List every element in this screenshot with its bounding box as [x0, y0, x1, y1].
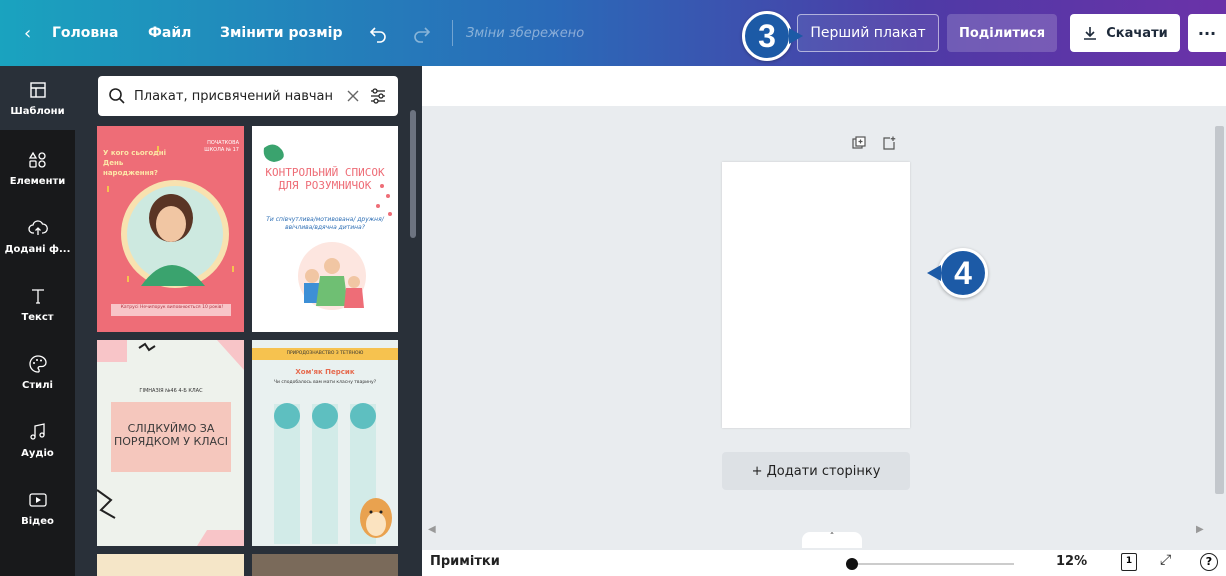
- clear-icon[interactable]: [346, 89, 360, 103]
- left-rail: Шаблони Елементи Додані ф... Текст Стилі…: [0, 66, 75, 576]
- help-icon[interactable]: ?: [1200, 553, 1218, 571]
- zoom-value[interactable]: 12%: [1056, 554, 1087, 569]
- rail-item-video[interactable]: Відео: [0, 476, 75, 540]
- rail-label: Стилі: [22, 379, 53, 391]
- template-title: Хом'як Персик: [295, 368, 355, 376]
- template-partial-2[interactable]: [252, 554, 398, 576]
- rail-label: Додані ф...: [4, 243, 71, 255]
- search-input[interactable]: Плакат, присвячений навчан: [134, 89, 338, 104]
- template-subtitle: Ти співчутлива/мотивована/ дружня/ввічли…: [266, 216, 384, 231]
- rail-label: Елементи: [9, 175, 66, 187]
- scroll-left-icon[interactable]: ◀: [428, 524, 436, 535]
- callout-4: 4: [927, 248, 988, 298]
- resize-button[interactable]: Змінити розмір: [220, 0, 343, 66]
- template-classroom[interactable]: ГІМНАЗІЯ №46 4-Б КЛАС СЛІДКУЙМО ЗА ПОРЯД…: [97, 340, 244, 546]
- palette-icon: [28, 354, 47, 373]
- template-question: Чи сподобалось вам мати класну тварину?: [273, 380, 377, 385]
- page-tools: [852, 136, 896, 150]
- show-pages-chevron-icon[interactable]: ˆ: [802, 532, 862, 548]
- rail-item-uploads[interactable]: Додані ф...: [0, 204, 75, 268]
- rail-item-templates[interactable]: Шаблони: [0, 66, 75, 130]
- more-options-button[interactable]: ···: [1188, 14, 1226, 52]
- scroll-right-icon[interactable]: ▶: [1196, 524, 1204, 535]
- canvas-toolbar: [422, 66, 1226, 106]
- template-partial-1[interactable]: [97, 554, 244, 576]
- fullscreen-icon[interactable]: ⤢: [1160, 552, 1171, 568]
- search-icon: [109, 88, 125, 104]
- undo-icon[interactable]: [368, 0, 388, 66]
- vertical-scrollbar[interactable]: [1213, 116, 1226, 528]
- duplicate-page-icon[interactable]: [852, 136, 866, 150]
- zoom-slider[interactable]: [852, 563, 1014, 565]
- design-title-button[interactable]: Перший плакат: [797, 14, 939, 52]
- top-bar: ‹ Головна Файл Змінити розмір Зміни збер…: [0, 0, 1226, 66]
- add-page-icon[interactable]: [882, 136, 896, 150]
- scroll-thumb[interactable]: [1215, 126, 1224, 494]
- file-menu[interactable]: Файл: [148, 0, 191, 66]
- download-label: Скачати: [1106, 25, 1168, 41]
- rail-item-audio[interactable]: Аудіо: [0, 408, 75, 472]
- filter-icon[interactable]: [368, 86, 388, 106]
- rail-item-elements[interactable]: Елементи: [0, 136, 75, 200]
- rail-label: Аудіо: [21, 447, 54, 459]
- text-icon: [31, 288, 44, 304]
- template-school: ГІМНАЗІЯ №46 4-Б КЛАС: [139, 388, 203, 394]
- upload-icon: [27, 219, 48, 235]
- design-page[interactable]: [722, 162, 910, 428]
- toolbar-divider: [452, 20, 453, 46]
- home-link[interactable]: Головна: [52, 0, 118, 66]
- notes-button[interactable]: Примітки: [430, 554, 500, 569]
- canvas-area: + Додати сторінку ◀ ▶ ˆ: [422, 66, 1226, 576]
- page-count-icon[interactable]: 1: [1121, 553, 1137, 571]
- template-caption: Катрусі Нечипорук виповнюється 10 років!: [120, 305, 224, 310]
- rail-label: Відео: [21, 515, 54, 527]
- panel-scrollbar[interactable]: [410, 110, 416, 238]
- template-headline: У кого сьогодні День народження?: [103, 149, 167, 177]
- template-birthday[interactable]: У кого сьогодні День народження? ПОЧАТКО…: [97, 126, 244, 332]
- save-status: Зміни збережено: [466, 25, 585, 41]
- template-title: СЛІДКУЙМО ЗА ПОРЯДКОМ У КЛАСІ: [114, 422, 228, 448]
- video-icon: [28, 492, 47, 507]
- audio-icon: [29, 422, 45, 440]
- callout-3: 3: [742, 11, 803, 61]
- rail-label: Шаблони: [10, 105, 65, 117]
- zoom-slider-handle[interactable]: [846, 558, 858, 570]
- template-title: КОНТРОЛЬНИЙ СПИСОК ДЛЯ РОЗУМНИЧОК: [265, 166, 385, 192]
- back-chevron-icon[interactable]: ‹: [24, 0, 31, 66]
- template-search[interactable]: Плакат, присвячений навчан: [98, 76, 398, 116]
- download-button[interactable]: Скачати: [1070, 14, 1180, 52]
- add-page-button[interactable]: + Додати сторінку: [722, 452, 910, 490]
- template-checklist[interactable]: КОНТРОЛЬНИЙ СПИСОК ДЛЯ РОЗУМНИЧОК Ти спі…: [252, 126, 398, 332]
- template-banner: ПРИРОДОЗНАВСТВО З ТЕТЯНОЮ: [286, 351, 364, 356]
- download-icon: [1084, 27, 1097, 40]
- templates-icon: [29, 81, 46, 98]
- rail-item-styles[interactable]: Стилі: [0, 340, 75, 404]
- templates-panel: Плакат, присвячений навчан У кого сьогод…: [75, 66, 422, 576]
- rail-item-text[interactable]: Текст: [0, 272, 75, 336]
- redo-icon[interactable]: [412, 0, 432, 66]
- elements-icon: [28, 151, 46, 168]
- template-school: ПОЧАТКОВА ШКОЛА № 17: [204, 140, 239, 153]
- bottom-bar: Примітки 12% 1 ⤢ ?: [422, 550, 1226, 576]
- template-hamster[interactable]: ПРИРОДОЗНАВСТВО З ТЕТЯНОЮ Хом'як Персик …: [252, 340, 398, 546]
- rail-label: Текст: [21, 311, 54, 323]
- share-button[interactable]: Поділитися: [947, 14, 1057, 52]
